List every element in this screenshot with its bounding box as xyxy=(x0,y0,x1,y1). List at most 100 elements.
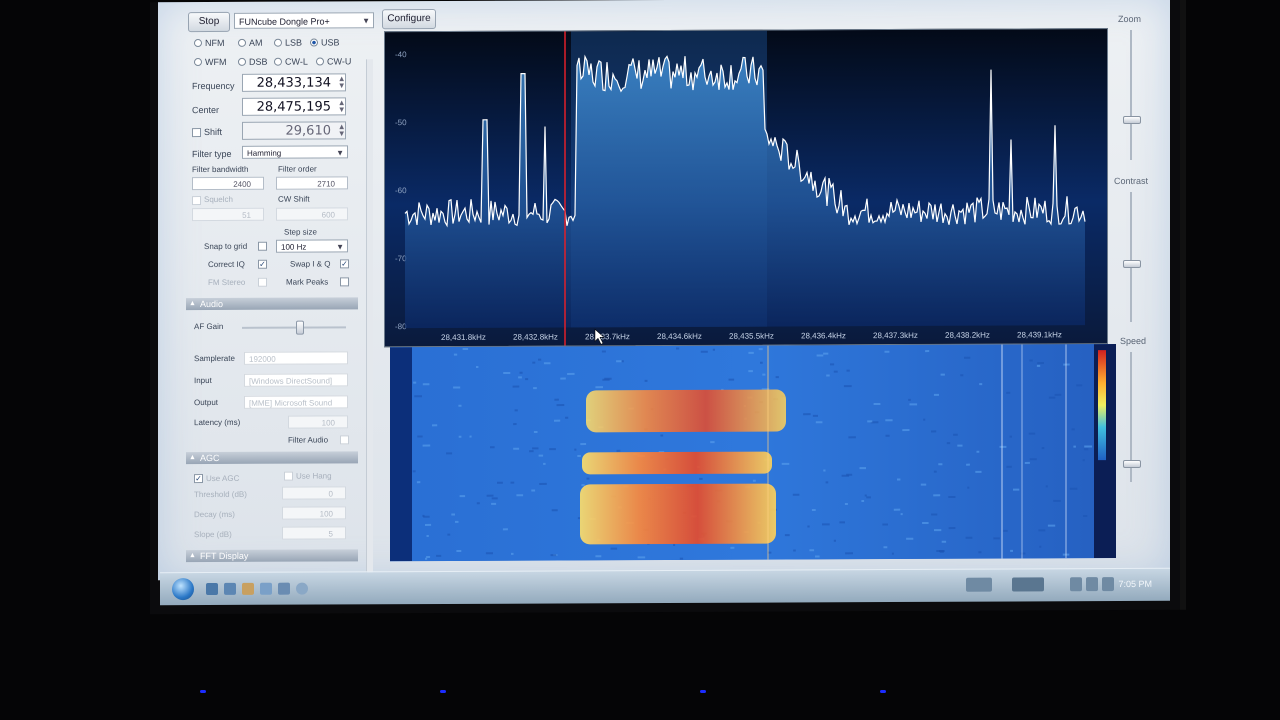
waterfall-noise-speckle xyxy=(700,350,708,353)
squelch-checkbox[interactable] xyxy=(192,196,201,206)
shift-input[interactable]: 29,610 ▲ ▼ xyxy=(242,121,346,140)
panel-scrollbar[interactable] xyxy=(366,59,373,575)
mode-cw-u[interactable]: CW-U xyxy=(316,56,351,66)
waterfall-noise-speckle xyxy=(976,450,980,453)
waterfall-noise-speckle xyxy=(1083,448,1089,451)
waterfall-noise-speckle xyxy=(1029,359,1033,362)
contrast-slider[interactable] xyxy=(1130,191,1132,322)
waterfall-noise-speckle xyxy=(978,551,982,554)
swap-iq-checkbox[interactable]: ✓ xyxy=(340,259,349,269)
squelch-input[interactable]: 51 xyxy=(192,207,264,222)
waterfall-noise-speckle xyxy=(815,421,823,424)
agc-section-header[interactable]: ▲ AGC xyxy=(186,451,358,465)
mark-peaks-checkbox[interactable] xyxy=(340,277,349,287)
spin-arrows-icon[interactable]: ▲ ▼ xyxy=(335,75,344,89)
audio-input-select[interactable]: [Windows DirectSound] xyxy=(244,373,348,387)
volume-icon[interactable] xyxy=(1086,577,1098,592)
freq-tick-label: 28,434.6kHz xyxy=(657,332,702,341)
fft-display-section-header[interactable]: ▲ FFT Display xyxy=(186,549,358,563)
device-select[interactable]: FUNcube Dongle Pro+ ▼ xyxy=(234,12,374,29)
threshold-input[interactable]: 0 xyxy=(282,486,346,500)
speed-label: Speed xyxy=(1120,335,1147,347)
fm-stereo-checkbox[interactable] xyxy=(258,277,267,287)
spin-arrows-icon[interactable]: ▲ ▼ xyxy=(335,123,344,137)
correct-iq-checkbox[interactable]: ✓ xyxy=(258,259,267,269)
samplerate-select[interactable]: 192000 xyxy=(244,351,348,365)
shift-label: Shift xyxy=(204,126,223,138)
filter-audio-checkbox[interactable] xyxy=(340,435,349,445)
spectrum-analyzer[interactable]: -40 -50 -60 -70 -80 28,431.8kHz 28,432.8kHz 28… xyxy=(384,28,1108,348)
mode-dsb[interactable]: DSB xyxy=(238,57,268,67)
speed-slider-thumb[interactable] xyxy=(1123,459,1141,469)
mode-cw-l[interactable]: CW-L xyxy=(274,57,308,67)
quicklaunch-browser-icon[interactable] xyxy=(296,582,308,595)
cw-shift-input[interactable]: 600 xyxy=(276,207,348,221)
use-agc-checkbox[interactable]: ✓ xyxy=(194,474,203,484)
waterfall-noise-speckle xyxy=(1024,461,1030,464)
clock[interactable]: 7:05 PM xyxy=(1118,579,1152,589)
waterfall-noise-speckle xyxy=(752,479,756,482)
spectrum-plot[interactable]: -40-50-60-70-80 28,431.8kHz 28,432.8kHz 28… xyxy=(385,29,1107,347)
signal-burst-2 xyxy=(582,451,772,475)
waterfall-noise-speckle xyxy=(1071,428,1075,431)
zoom-slider-thumb[interactable] xyxy=(1123,115,1141,125)
start-button[interactable] xyxy=(172,578,194,601)
waterfall-display[interactable] xyxy=(390,344,1116,562)
mode-am[interactable]: AM xyxy=(238,38,263,48)
waterfall-noise-speckle xyxy=(848,436,856,439)
filter-type-select[interactable]: Hamming ▼ xyxy=(242,145,348,159)
quicklaunch-folder-icon[interactable] xyxy=(242,582,254,595)
zoom-slider[interactable] xyxy=(1130,29,1132,160)
waterfall-noise-speckle xyxy=(1013,488,1020,491)
waterfall-noise-speckle xyxy=(993,537,1000,540)
waterfall-noise-speckle xyxy=(941,540,947,543)
filter-order-input[interactable]: 2710 xyxy=(276,176,348,190)
mode-usb[interactable]: USB xyxy=(310,37,340,48)
waterfall-noise-speckle xyxy=(513,423,517,426)
shift-checkbox[interactable] xyxy=(192,128,201,138)
af-gain-slider[interactable] xyxy=(242,326,346,329)
freq-tick-label: 28,431.8kHz xyxy=(441,333,486,342)
power-icon[interactable] xyxy=(1102,577,1114,592)
waterfall-noise-speckle xyxy=(762,373,766,376)
snap-to-grid-checkbox[interactable] xyxy=(258,241,267,251)
quicklaunch-app-icon[interactable] xyxy=(278,582,290,595)
af-gain-label: AF Gain xyxy=(194,321,224,332)
filter-type-label: Filter type xyxy=(192,148,232,160)
waterfall-noise-speckle xyxy=(458,435,462,438)
mode-lsb[interactable]: LSB xyxy=(274,38,302,48)
freq-tick-label: 28,438.2kHz xyxy=(945,331,990,340)
waterfall-noise-speckle xyxy=(531,489,536,492)
signal-burst-3 xyxy=(580,483,776,545)
collapse-icon: ▲ xyxy=(189,552,196,560)
spin-arrows-icon[interactable]: ▲ ▼ xyxy=(335,99,344,113)
contrast-slider-thumb[interactable] xyxy=(1123,259,1141,269)
waterfall-noise-speckle xyxy=(580,443,587,446)
quicklaunch-media-icon[interactable] xyxy=(260,582,272,595)
frequency-input[interactable]: 28,433,134 ▲ ▼ xyxy=(242,73,346,92)
audio-section-header[interactable]: ▲ Audio xyxy=(186,297,358,311)
center-input[interactable]: 28,475,195 ▲ ▼ xyxy=(242,97,346,116)
waterfall-noise-speckle xyxy=(416,481,421,484)
audio-output-select[interactable]: [MME] Microsoft Sound xyxy=(244,395,348,409)
step-size-select[interactable]: 100 Hz ▼ xyxy=(276,239,348,253)
taskbar-window-button[interactable] xyxy=(966,577,992,592)
network-icon[interactable] xyxy=(1070,577,1082,592)
slope-input[interactable]: 5 xyxy=(282,526,346,540)
mode-nfm[interactable]: NFM xyxy=(194,38,225,48)
use-hang-checkbox[interactable] xyxy=(284,471,293,481)
waterfall-noise-speckle xyxy=(825,481,829,484)
quicklaunch-explorer-icon[interactable] xyxy=(224,582,236,595)
quicklaunch-desktop-icon[interactable] xyxy=(206,582,218,596)
waterfall-plot[interactable] xyxy=(390,344,1116,562)
configure-button[interactable]: Configure xyxy=(382,9,436,30)
latency-input[interactable]: 100 xyxy=(288,415,348,429)
af-gain-slider-thumb[interactable] xyxy=(296,320,304,335)
stop-button[interactable]: Stop xyxy=(188,11,230,33)
decay-input[interactable]: 100 xyxy=(282,506,346,520)
freq-tick-label: 28,437.3kHz xyxy=(873,331,918,340)
filter-bandwidth-input[interactable]: 2400 xyxy=(192,176,264,191)
mode-wfm[interactable]: WFM xyxy=(194,57,227,67)
center-label: Center xyxy=(192,104,220,116)
taskbar-window-button[interactable] xyxy=(1012,577,1044,592)
